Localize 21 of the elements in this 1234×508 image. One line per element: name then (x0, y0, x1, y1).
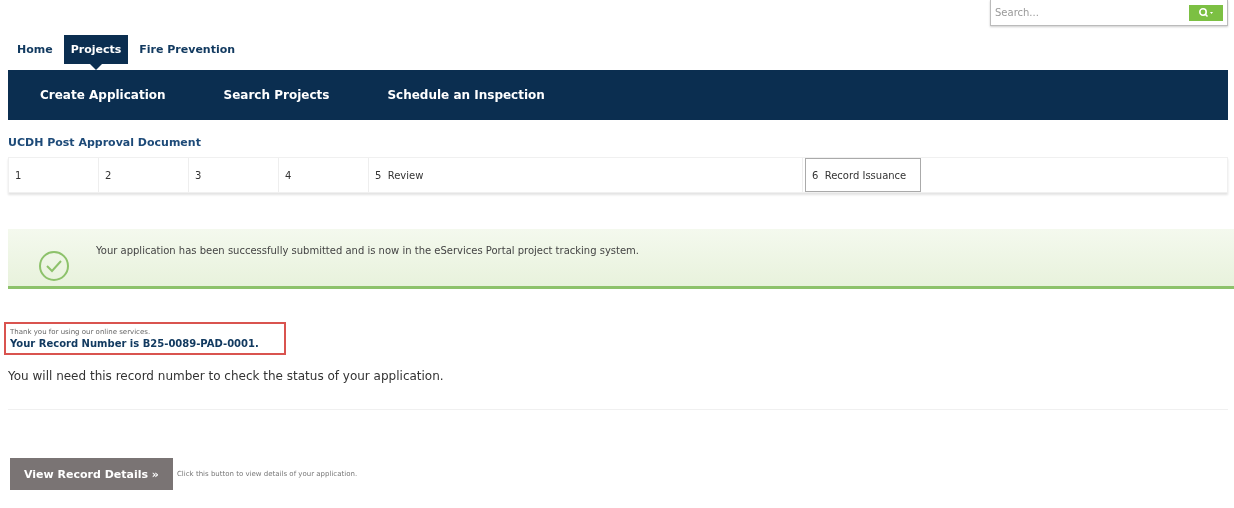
menu-link[interactable]: Create Application (40, 88, 166, 102)
menu-link[interactable]: Search Projects (223, 88, 330, 102)
nav-tab[interactable]: Fire Prevention (132, 34, 243, 64)
step-item: 1 (9, 158, 99, 192)
step-item: 4 (279, 158, 369, 192)
view-record-details-button[interactable]: View Record Details » (10, 458, 173, 490)
search-button[interactable] (1189, 5, 1223, 21)
step-item: 6 Record Issuance (805, 158, 921, 192)
record-number: Your Record Number is B25-0089-PAD-0001. (10, 338, 260, 349)
step-item: 5 Review (369, 158, 803, 192)
note-text: You will need this record number to check the status of your application. (8, 369, 445, 383)
success-message: Your application has been successfully submitted and is now in the eServices Portal project tracking system. (96, 245, 640, 256)
check-circle-icon (38, 249, 70, 282)
menu-link[interactable]: Schedule an Inspection (387, 88, 545, 102)
step-item: 2 (99, 158, 189, 192)
step-item: 3 (189, 158, 279, 192)
page-title: UCDH Post Approval Document (8, 136, 202, 149)
search-icon (1198, 7, 1214, 19)
search-field[interactable]: Search... (990, 0, 1228, 26)
nav-tab[interactable]: Projects (63, 34, 129, 70)
nav-tab[interactable]: Home (10, 34, 60, 64)
